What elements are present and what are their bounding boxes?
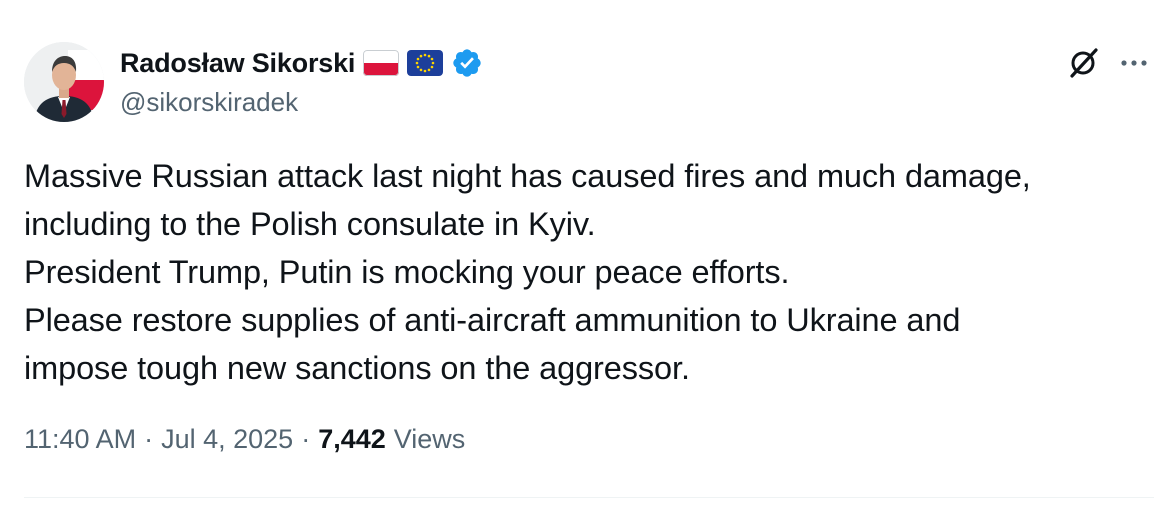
tweet-text-line: Massive Russian attack last night has ca…	[24, 158, 1031, 194]
author-name-row: Radosław Sikorski	[120, 45, 483, 81]
author-handle[interactable]: @sikorskiradek	[120, 87, 298, 118]
tweet-text-line: Please restore supplies of anti-aircraft…	[24, 302, 961, 338]
tweet-text-line: President Trump, Putin is mocking your p…	[24, 254, 790, 290]
grok-button[interactable]	[1064, 44, 1104, 84]
author-display-name[interactable]: Radosław Sikorski	[120, 48, 355, 79]
tweet-time-link[interactable]: 11:40 AM · Jul 4, 2025	[24, 424, 293, 455]
grok-icon	[1067, 45, 1101, 84]
tweet-card: Radosław Sikorski @sikorskiradek Massive…	[0, 0, 1174, 520]
meta-separator: ·	[144, 424, 154, 454]
tweet-date: Jul 4, 2025	[161, 424, 294, 454]
views-label: Views	[393, 424, 466, 454]
verified-badge-icon[interactable]	[451, 47, 483, 79]
tweet-text-line: including to the Polish consulate in Kyi…	[24, 206, 596, 242]
profile-photo	[24, 42, 104, 122]
more-options-button[interactable]	[1114, 44, 1154, 84]
tweet-metadata: 11:40 AM · Jul 4, 2025 · 7,442 Views	[24, 424, 465, 455]
tweet-text-line: impose tough new sanctions on the aggres…	[24, 350, 690, 386]
divider	[24, 497, 1154, 498]
meta-separator: ·	[301, 424, 311, 454]
more-options-icon	[1119, 55, 1149, 73]
avatar[interactable]	[24, 42, 104, 122]
views-count: 7,442	[318, 424, 386, 454]
tweet-time: 11:40 AM	[24, 424, 137, 454]
tweet-text: Massive Russian attack last night has ca…	[24, 152, 1144, 392]
eu-flag-icon	[407, 50, 444, 76]
poland-flag-icon	[363, 50, 400, 76]
